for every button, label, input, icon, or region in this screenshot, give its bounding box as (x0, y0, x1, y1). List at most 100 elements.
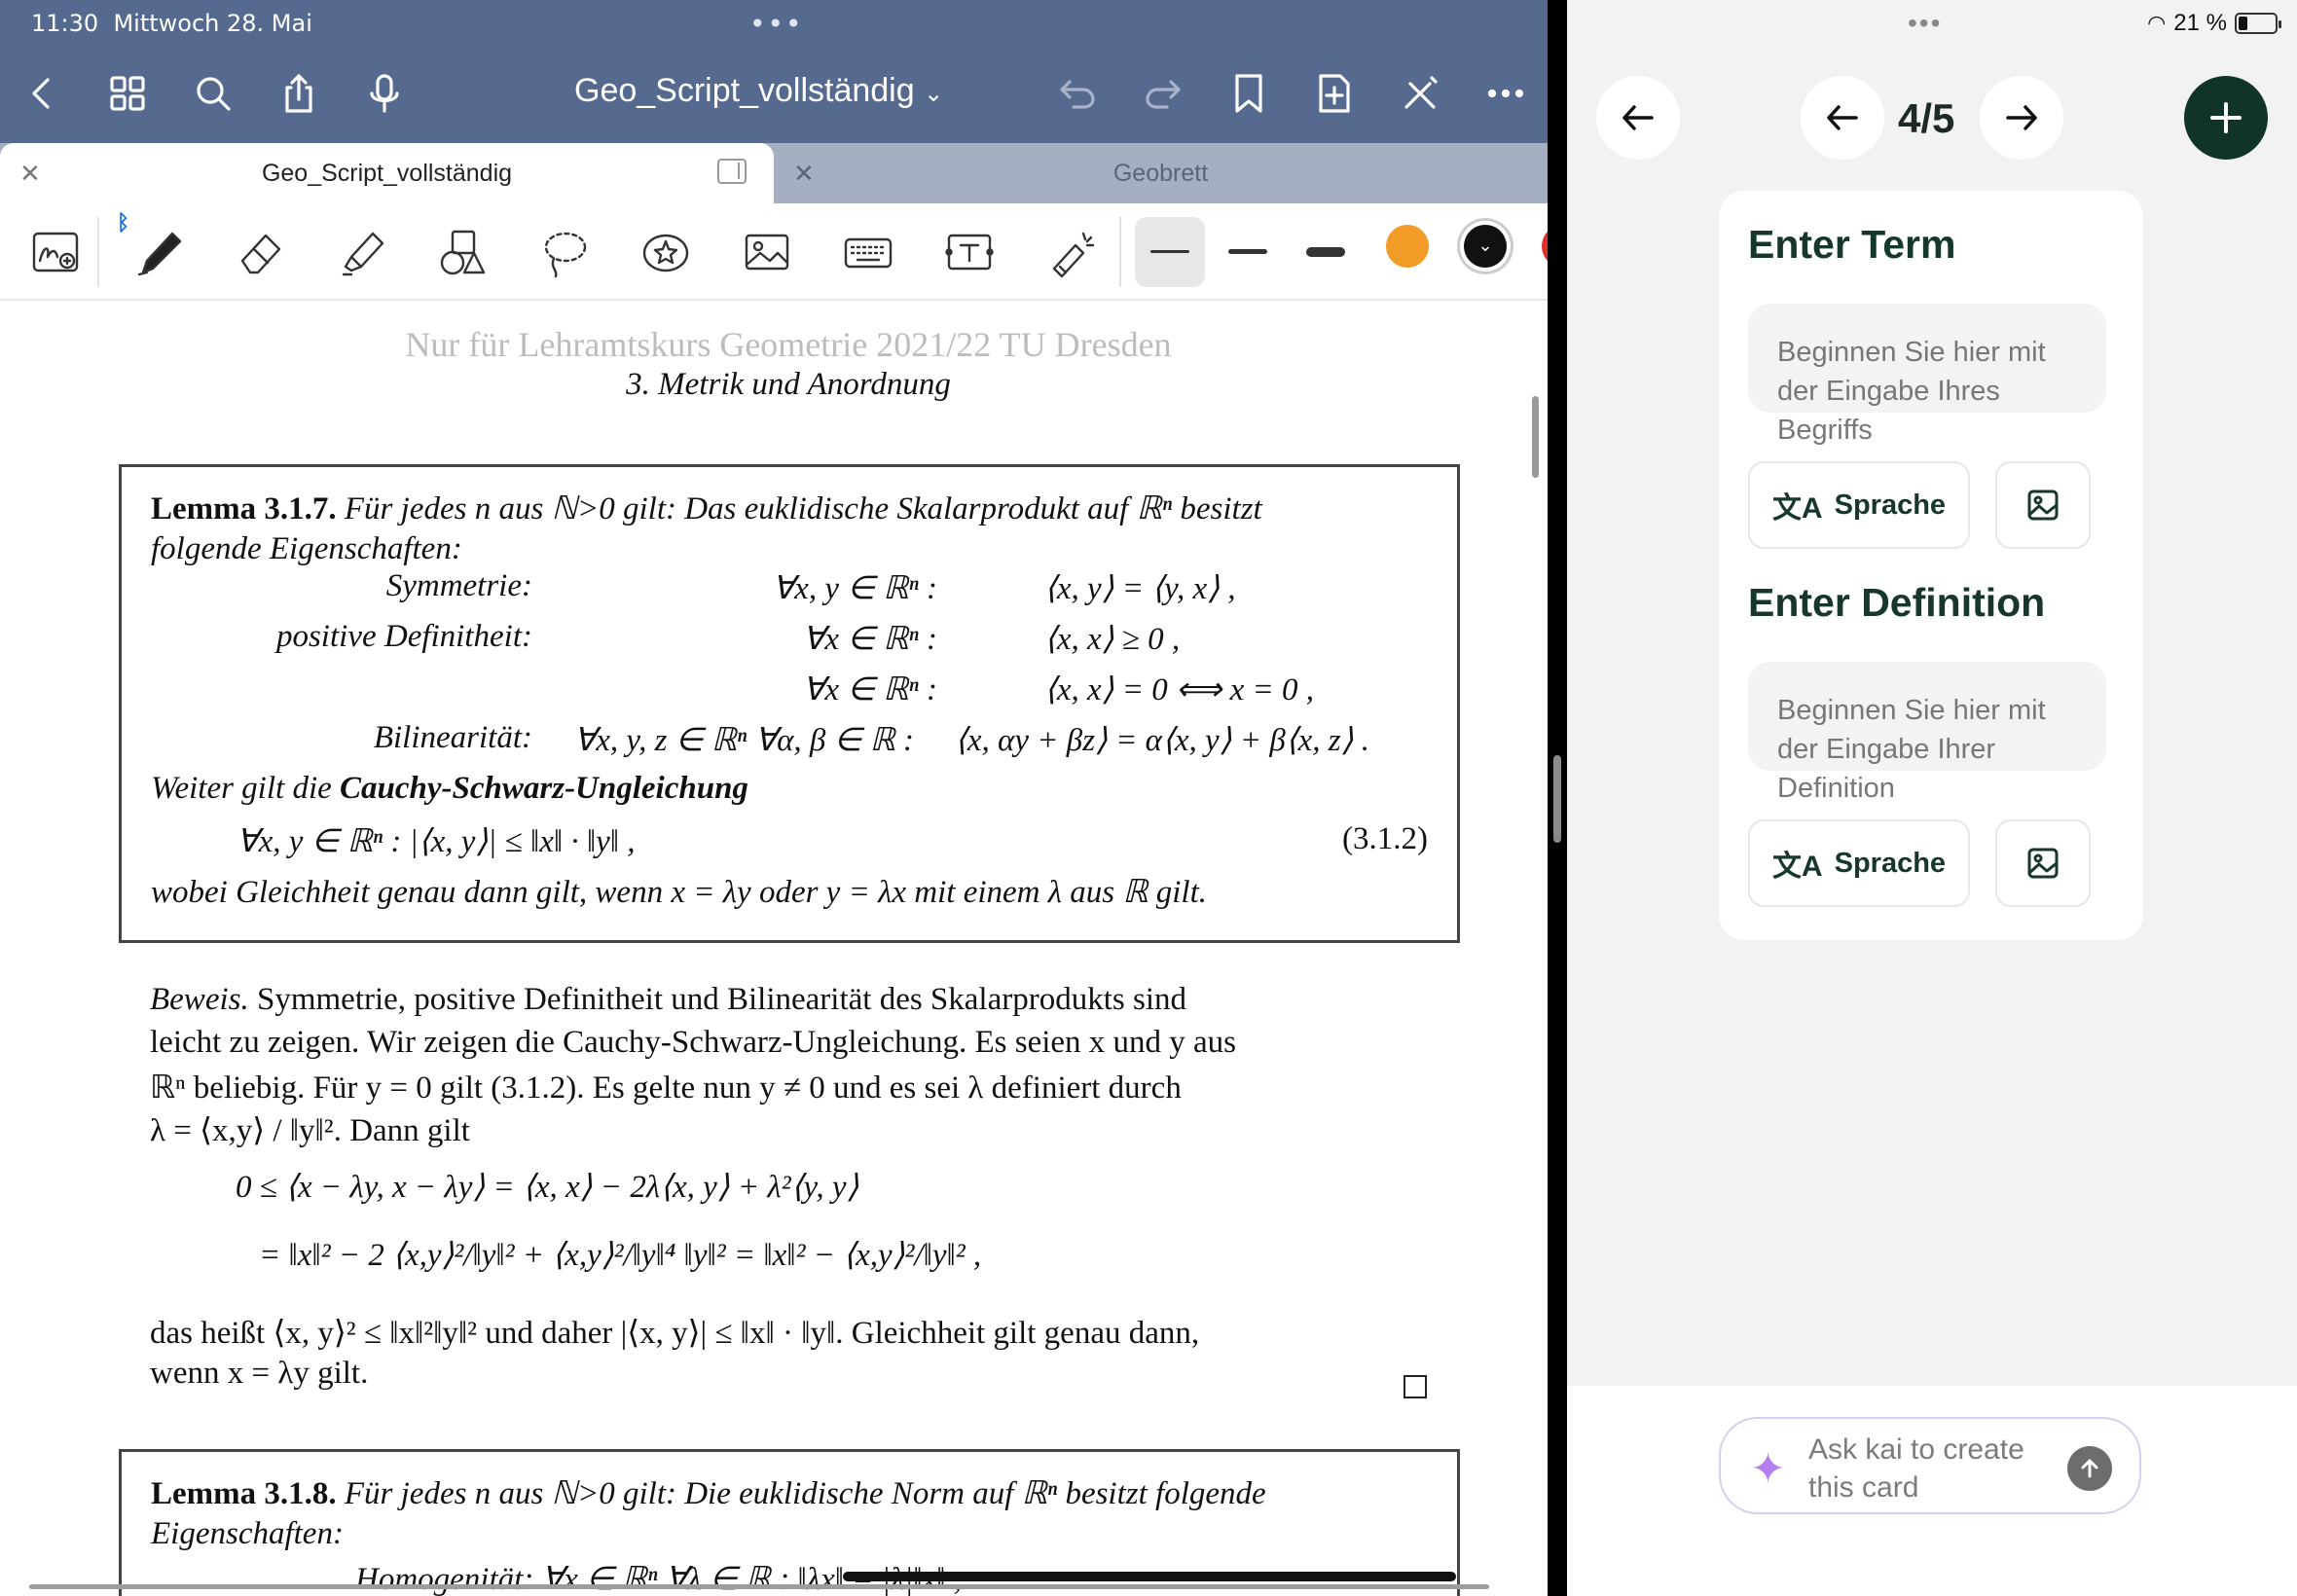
translate-icon: 文A (1771, 851, 1823, 883)
equation-number: (3.1.2) (1342, 821, 1428, 856)
page-indicator: 4/5 (1898, 95, 1955, 141)
thick-line-option[interactable] (1291, 217, 1361, 287)
split-view-icon[interactable] (717, 159, 747, 184)
share-icon[interactable] (274, 66, 323, 121)
property-formula: ⟨x, x⟩ ≥ 0 , (1044, 622, 1181, 657)
equality-note: wobei Gleichheit genau dann gilt, wenn x… (151, 875, 1208, 910)
proof-equation: = ‖x‖² − 2 ⟨x,y⟩²/‖y‖² + ⟨x,y⟩²/‖y‖⁴ ‖y‖… (259, 1238, 982, 1273)
sticker-icon[interactable] (631, 217, 701, 287)
highlighter-icon[interactable] (327, 217, 397, 287)
image-icon (2027, 848, 2059, 879)
proof-line: ℝⁿ beliebig. Für y = 0 gilt (3.1.2). Es … (150, 1070, 1182, 1106)
add-page-icon[interactable] (1310, 66, 1359, 121)
cauchy-schwarz-formula: ∀x, y ∈ ℝⁿ : |⟨x, y⟩| ≤ ‖x‖ · ‖y‖ , (237, 824, 636, 859)
add-card-button[interactable] (2184, 76, 2268, 160)
eraser-icon[interactable] (226, 217, 296, 287)
document-title-dropdown[interactable]: Geo_Script_vollständig ⌄ (574, 72, 943, 110)
redo-icon[interactable] (1139, 66, 1187, 121)
property-quantifier: ∀x, y ∈ ℝⁿ : (772, 571, 937, 606)
color-black-swatch-selected[interactable]: ⌄ (1464, 225, 1507, 268)
proof-line: wenn x = λy gilt. (150, 1356, 369, 1391)
proof-line: das heißt ⟨x, y⟩² ≤ ‖x‖²‖y‖² und daher |… (150, 1316, 1200, 1351)
horizontal-scrollbar[interactable] (29, 1584, 1489, 1589)
arrow-up-icon (2081, 1459, 2098, 1478)
toolbar-divider (1119, 217, 1121, 287)
send-button[interactable] (2067, 1446, 2112, 1491)
tab-geobrett[interactable]: ✕ Geobrett (774, 143, 1548, 203)
proof-line: Beweis. Symmetrie, positive Definitheit … (150, 982, 1187, 1017)
term-input[interactable]: Beginnen Sie hier mit der Eingabe Ihres … (1748, 304, 2106, 446)
property-quantifier: ∀x ∈ ℝⁿ : (802, 622, 937, 657)
flashcard-app: ••• ◠ 21 % 4/5 Enter Term Beginnen Sie h… (1567, 0, 2297, 1596)
annotation-toolbar: ᛒ ⌄ (0, 203, 1548, 301)
translate-icon: 文A (1771, 492, 1823, 525)
lasso-icon[interactable] (529, 217, 600, 287)
close-tools-icon[interactable] (1396, 66, 1444, 121)
chapter-heading: 3. Metrik und Anordnung (626, 367, 951, 402)
lemma-intro-line2: Eigenschaften: (151, 1516, 344, 1551)
term-language-button[interactable]: 文A Sprache (1748, 461, 1970, 549)
split-view-divider[interactable] (1548, 0, 1567, 1596)
previous-card-button[interactable] (1801, 76, 1884, 160)
vertical-scrollbar[interactable] (1532, 396, 1539, 478)
wifi-icon: ◠ (2147, 11, 2167, 35)
tab-geo-script[interactable]: ✕ Geo_Script_vollständig (0, 143, 774, 203)
property-formula: ⟨x, y⟩ = ⟨y, x⟩ , (1044, 571, 1236, 606)
property-formula: ⟨x, x⟩ = 0 ⟺ x = 0 , (1044, 672, 1315, 707)
definition-section-title: Enter Definition (1748, 580, 2046, 625)
back-icon[interactable] (18, 66, 66, 121)
term-image-button[interactable] (1995, 461, 2091, 549)
definition-language-button[interactable]: 文A Sprache (1748, 819, 1970, 907)
bookmark-icon[interactable] (1224, 66, 1273, 121)
definition-input[interactable]: Beginnen Sie hier mit der Eingabe Ihrer … (1748, 662, 2106, 804)
card-editor: Enter Term Beginnen Sie hier mit der Ein… (1719, 191, 2143, 940)
ai-assist-area: ✦ Ask kai to create this card (1567, 1386, 2297, 1596)
next-card-button[interactable] (1980, 76, 2063, 160)
battery-icon (2235, 13, 2281, 34)
property-quantifier: ∀x ∈ ℝⁿ : (802, 672, 937, 707)
battery-percentage: 21 % (2173, 10, 2227, 36)
search-icon[interactable] (189, 66, 237, 121)
pdf-app-header: 11:30 Mittwoch 28. Mai ••• Geo_Script_vo… (0, 0, 1548, 143)
property-name: Symmetrie: (385, 568, 532, 603)
shapes-icon[interactable] (428, 217, 498, 287)
text-box-icon[interactable] (934, 217, 1004, 287)
status-indicators: ◠ 21 % (2147, 10, 2281, 37)
lemma-box: Lemma 3.1.7. Für jedes n aus ℕ>0 gilt: D… (119, 464, 1460, 943)
proof-line: leicht zu zeigen. Wir zeigen die Cauchy-… (150, 1025, 1237, 1060)
running-header: Nur für Lehramtskurs Geometrie 2021/22 T… (405, 325, 1172, 364)
more-icon[interactable] (1481, 66, 1530, 121)
toolbar-divider (97, 217, 99, 287)
property-name: Bilinearität: (373, 720, 532, 755)
laser-pointer-icon[interactable] (1036, 217, 1106, 287)
keyboard-icon[interactable] (833, 217, 903, 287)
image-icon (2027, 490, 2059, 521)
multitask-handle-icon[interactable]: ••• (749, 8, 804, 40)
pdf-page: Nur für Lehramtskurs Geometrie 2021/22 T… (0, 301, 1548, 1596)
medium-line-option[interactable] (1213, 217, 1283, 287)
lemma-intro-line2: folgende Eigenschaften: (151, 531, 462, 566)
status-time-date: 11:30 Mittwoch 28. Mai (31, 10, 312, 37)
sparkle-icon: ✦ (1750, 1445, 1786, 1493)
pdf-app: 11:30 Mittwoch 28. Mai ••• Geo_Script_vo… (0, 0, 1548, 1596)
home-indicator[interactable] (843, 1572, 1456, 1581)
document-tabs: ✕ Geo_Script_vollständig ✕ Geobrett (0, 143, 1548, 203)
ask-kai-input[interactable]: ✦ Ask kai to create this card (1719, 1417, 2141, 1514)
property-quantifier: ∀x, y, z ∈ ℝⁿ ∀α, β ∈ ℝ : (573, 723, 914, 758)
divider-handle[interactable] (1553, 755, 1561, 843)
property-formula: ⟨x, αy + βz⟩ = α⟨x, y⟩ + β⟨x, z⟩ . (955, 723, 1369, 758)
term-section-title: Enter Term (1748, 222, 1956, 267)
microphone-icon[interactable] (360, 66, 409, 121)
undo-icon[interactable] (1053, 66, 1102, 121)
ask-kai-placeholder: Ask kai to create this card (1808, 1433, 2024, 1504)
pen-icon[interactable] (125, 217, 195, 287)
color-orange-swatch[interactable] (1386, 225, 1429, 268)
grid-icon[interactable] (103, 66, 152, 121)
back-button[interactable] (1596, 76, 1680, 160)
handwriting-zoom-icon[interactable] (21, 217, 91, 287)
multitask-handle-icon[interactable]: ••• (1908, 8, 1942, 39)
definition-image-button[interactable] (1995, 819, 2091, 907)
thin-line-option[interactable] (1135, 217, 1205, 287)
image-icon[interactable] (732, 217, 802, 287)
proof-line: λ = ⟨x,y⟩ / ‖y‖². Dann gilt (150, 1113, 470, 1148)
